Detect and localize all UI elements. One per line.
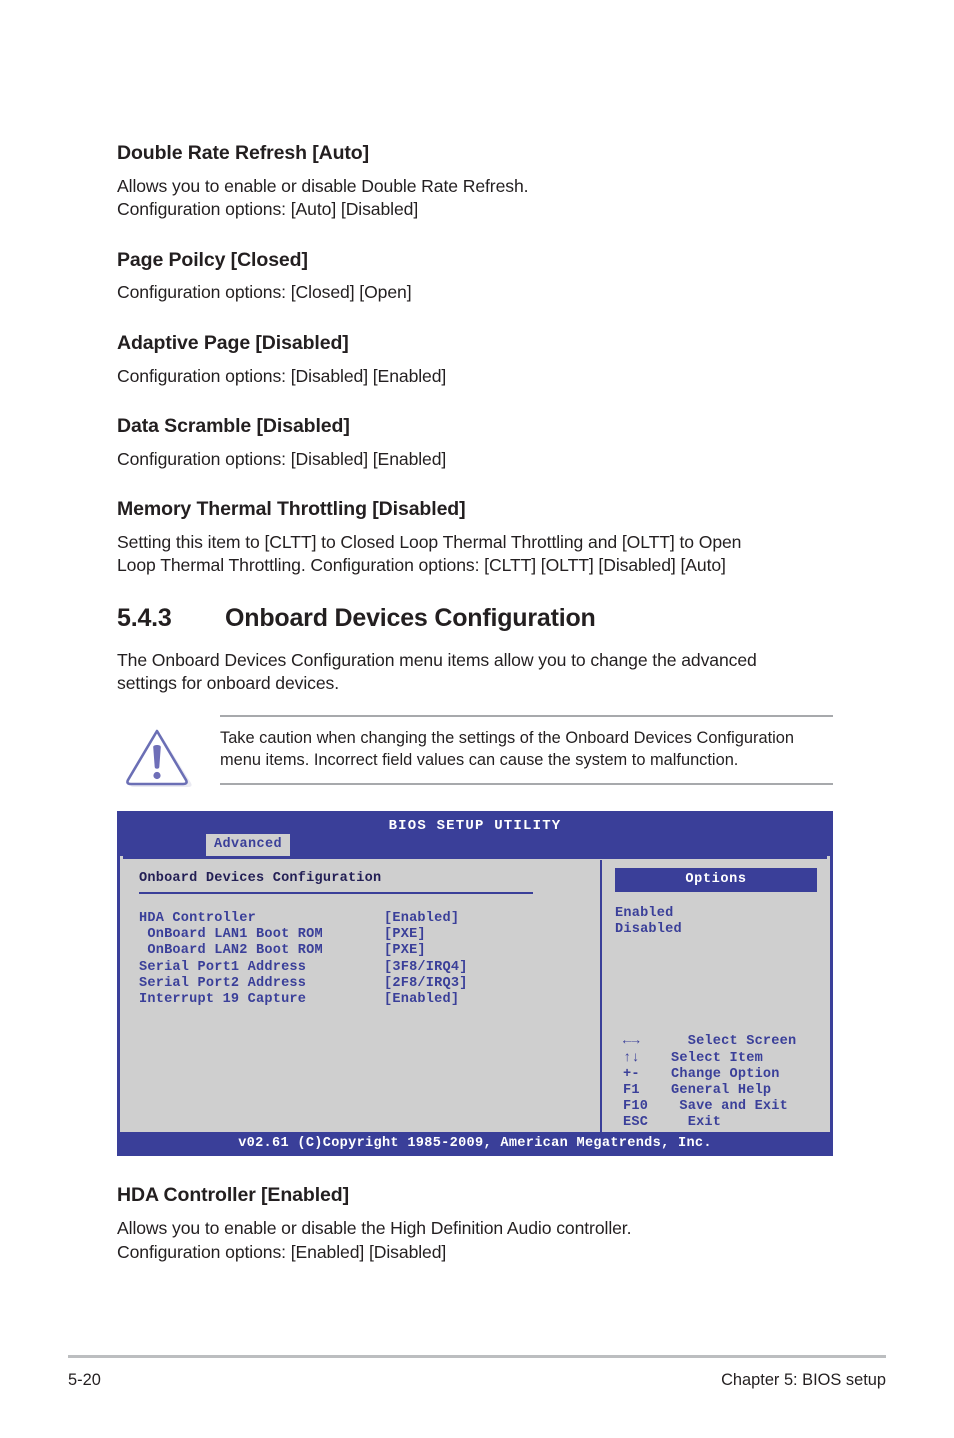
bios-key-glyph: F10 [623, 1098, 649, 1114]
setting-description-line: Setting this item to [CLTT] to Closed Lo… [117, 531, 742, 552]
setting-block-data-scramble: Data Scramble [Disabled] Configuration o… [117, 415, 833, 471]
bios-key-legend: ←→ Select Screen ↑↓ Select Item +- Chang… [615, 1034, 817, 1130]
warning-triangle-icon [121, 725, 197, 791]
bios-panel-title: Onboard Devices Configuration [139, 871, 382, 887]
bios-setting-value: [Enabled] [384, 991, 460, 1007]
setting-block-double-rate-refresh: Double Rate Refresh [Auto] Allows you to… [117, 142, 833, 222]
setting-options-line: Configuration options: [Disabled] [Enabl… [117, 448, 447, 469]
bios-option-item[interactable]: Enabled [615, 906, 817, 922]
page-footer: 5-20 Chapter 5: BIOS setup [68, 1355, 886, 1390]
bios-setting-value: [PXE] [384, 943, 426, 959]
setting-heading: HDA Controller [Enabled] [117, 1184, 349, 1207]
section-intro-line: The Onboard Devices Configuration menu i… [117, 649, 757, 670]
section-number: 5.4.3 [117, 603, 172, 632]
bios-option-item[interactable]: Disabled [615, 922, 817, 938]
page-number: 5-20 [68, 1371, 101, 1389]
bios-options-header: Options [615, 868, 817, 893]
note-bottom-rule [220, 783, 833, 786]
bios-key-row: ↑↓ Select Item [623, 1051, 817, 1067]
bios-setting-value: [3F8/IRQ4] [384, 959, 468, 975]
bios-body: Onboard Devices Configuration HDA Contro… [117, 856, 833, 1133]
bios-setting-value: [Enabled] [384, 911, 460, 927]
setting-description-line: Allows you to enable or disable the High… [117, 1218, 632, 1239]
bios-setting-value: [PXE] [384, 927, 426, 943]
bios-key-row: +- Change Option [623, 1067, 817, 1083]
bios-setting-row[interactable]: Serial Port1 Address [3F8/IRQ4] [139, 960, 600, 976]
bios-setting-label: Interrupt 19 Capture [139, 991, 307, 1007]
bios-key-glyph: ↑↓ [623, 1050, 640, 1066]
bios-key-glyph: +- [623, 1066, 640, 1082]
note-line: menu items. Incorrect field values can c… [220, 751, 739, 770]
bios-setting-row[interactable]: Interrupt 19 Capture [Enabled] [139, 992, 600, 1008]
bios-tab-advanced[interactable]: Advanced [206, 834, 291, 857]
bios-key-row: ESC Exit [623, 1115, 817, 1131]
setting-heading: Double Rate Refresh [Auto] [117, 142, 369, 164]
bios-key-glyph: F1 [623, 1082, 640, 1098]
note-line: Take caution when changing the settings … [220, 729, 795, 748]
bios-key-action: Save and Exit [671, 1098, 789, 1114]
bios-settings-panel: Onboard Devices Configuration HDA Contro… [120, 860, 602, 1133]
setting-options-line: Configuration options: [Disabled] [Enabl… [117, 365, 447, 386]
bios-key-action: Select Item [671, 1050, 763, 1066]
setting-options-line: Loop Thermal Throttling. Configuration o… [117, 555, 726, 576]
bios-setting-row[interactable]: OnBoard LAN2 Boot ROM [PXE] [139, 943, 600, 959]
bios-setup-screenshot: BIOS SETUP UTILITY Advanced Onboard Devi… [117, 811, 833, 1157]
section-intro-line: settings for onboard devices. [117, 673, 340, 694]
bios-title: BIOS SETUP UTILITY [388, 818, 562, 835]
bios-key-glyph: ←→ [623, 1034, 640, 1050]
setting-block-adaptive-page: Adaptive Page [Disabled] Configuration o… [117, 332, 833, 388]
setting-heading: Memory Thermal Throttling [Disabled] [117, 498, 466, 521]
bios-options-list: Enabled Disabled [615, 906, 817, 938]
setting-options-line: Configuration options: [Closed] [Open] [117, 282, 412, 303]
bios-key-row: F1 General Help [623, 1083, 817, 1099]
page-content: Double Rate Refresh [Auto] Allows you to… [117, 142, 833, 1291]
bios-key-action: Exit [671, 1114, 722, 1130]
bios-options-panel: Options Enabled Disabled ←→ Select Scree… [602, 860, 830, 1132]
bios-key-action: General Help [671, 1082, 772, 1098]
footer-rule [68, 1355, 886, 1358]
bios-setting-row[interactable]: HDA Controller [Enabled] [139, 911, 600, 927]
bios-setting-label: OnBoard LAN2 Boot ROM [139, 943, 323, 959]
setting-options-line: Configuration options: [Enabled] [Disabl… [117, 1241, 447, 1262]
bios-key-action: Select Screen [671, 1034, 797, 1050]
note-body: Take caution when changing the settings … [220, 717, 833, 783]
setting-block-page-poilcy: Page Poilcy [Closed] Configuration optio… [117, 249, 833, 305]
bios-setting-label: Serial Port2 Address [139, 975, 307, 991]
bios-setting-row[interactable]: OnBoard LAN1 Boot ROM [PXE] [139, 927, 600, 943]
setting-heading: Page Poilcy [Closed] [117, 248, 308, 271]
bios-key-row: ←→ Select Screen [623, 1034, 817, 1050]
bios-key-action: Change Option [671, 1066, 780, 1082]
setting-heading: Adaptive Page [Disabled] [117, 331, 349, 354]
section-title: Onboard Devices Configuration [225, 603, 596, 632]
setting-description-line: Allows you to enable or disable Double R… [117, 175, 529, 196]
footer-row: 5-20 Chapter 5: BIOS setup [68, 1371, 886, 1390]
chapter-label: Chapter 5: BIOS setup [721, 1371, 886, 1389]
bios-setting-label: Serial Port1 Address [139, 959, 307, 975]
setting-block-hda-controller: HDA Controller [Enabled] Allows you to e… [117, 1184, 833, 1264]
setting-heading: Data Scramble [Disabled] [117, 414, 350, 437]
bios-header-bar: BIOS SETUP UTILITY Advanced [117, 811, 833, 857]
bios-key-glyph: ESC [623, 1114, 649, 1130]
caution-note: Take caution when changing the settings … [117, 715, 833, 788]
bios-setting-row[interactable]: Serial Port2 Address [2F8/IRQ3] [139, 976, 600, 992]
bios-copyright-bar: v02.61 (C)Copyright 1985-2009, American … [117, 1132, 833, 1157]
bios-settings-list: HDA Controller [Enabled] OnBoard LAN1 Bo… [139, 911, 600, 1007]
document-page: Double Rate Refresh [Auto] Allows you to… [0, 0, 954, 1438]
bios-setting-value: [2F8/IRQ3] [384, 975, 468, 991]
section-heading: 5.4.3 Onboard Devices Configuration [117, 604, 833, 633]
bios-panel-rule [139, 892, 533, 895]
setting-options-line: Configuration options: [Auto] [Disabled] [117, 199, 419, 220]
bios-setting-label: HDA Controller [139, 911, 257, 927]
bios-setting-label: OnBoard LAN1 Boot ROM [139, 927, 323, 943]
setting-block-memory-thermal-throttling: Memory Thermal Throttling [Disabled] Set… [117, 498, 833, 578]
bios-key-row: F10 Save and Exit [623, 1099, 817, 1115]
